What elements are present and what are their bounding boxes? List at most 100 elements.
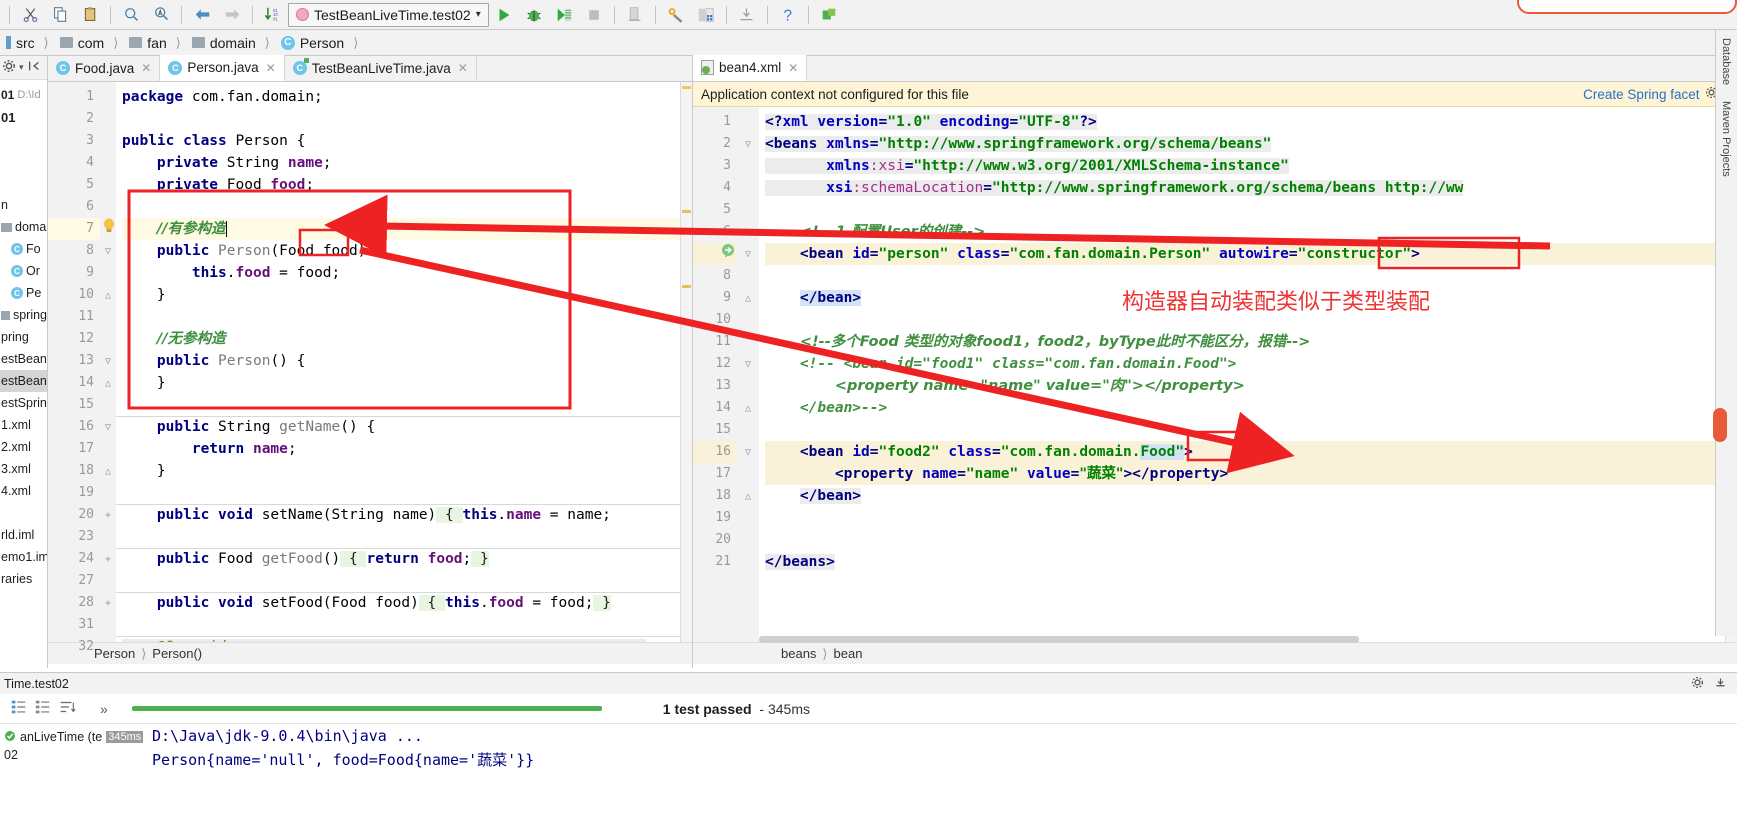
tree-item[interactable]: C Pe bbox=[0, 282, 47, 304]
tree-item[interactable]: spring bbox=[0, 304, 47, 326]
copy-icon[interactable] bbox=[45, 2, 75, 28]
close-icon[interactable]: ✕ bbox=[458, 61, 468, 75]
gear-icon[interactable] bbox=[1691, 676, 1704, 692]
collapse-all-icon[interactable] bbox=[34, 698, 52, 719]
fold-minus-icon[interactable]: ▽ bbox=[737, 133, 759, 155]
fold-plus-icon[interactable]: + bbox=[100, 504, 116, 526]
fold-minus-icon[interactable]: △ bbox=[100, 284, 116, 306]
help-icon[interactable]: ? bbox=[773, 2, 803, 28]
xml-code-text[interactable]: <?xml version="1.0" encoding="UTF-8"?> <… bbox=[759, 107, 1737, 642]
spring-bean-gutter-icon[interactable] bbox=[721, 243, 735, 261]
chevron-down-icon[interactable]: ▾ bbox=[19, 62, 24, 73]
tree-item[interactable]: n bbox=[0, 194, 47, 216]
create-spring-facet-link[interactable]: Create Spring facet bbox=[1583, 87, 1699, 102]
sort-icon[interactable] bbox=[58, 698, 76, 719]
java-code-area[interactable]: 1 2 3 4 5 6 7 8 9 10 11 12 13 14 15 16 1 bbox=[48, 82, 692, 654]
tree-item[interactable]: C Fo bbox=[0, 238, 47, 260]
horizontal-scrollbar[interactable] bbox=[759, 636, 1723, 644]
breadcrumb-item-fan[interactable]: fan ⟩ bbox=[125, 30, 188, 56]
fold-minus-icon[interactable]: ▽ bbox=[100, 240, 116, 262]
intention-bulb-icon[interactable] bbox=[102, 218, 116, 238]
tree-item[interactable]: 01 D:\Id bbox=[0, 84, 47, 106]
share-icon[interactable] bbox=[814, 2, 844, 28]
fold-minus-icon[interactable]: △ bbox=[737, 485, 759, 507]
tree-item[interactable]: 4.xml bbox=[0, 480, 47, 502]
tree-item[interactable]: C Or bbox=[0, 260, 47, 282]
breadcrumb-item-person[interactable]: C Person ⟩ bbox=[277, 30, 365, 56]
tool-button-maven[interactable]: Maven Projects bbox=[1716, 93, 1736, 185]
breadcrumb-method[interactable]: Person() bbox=[152, 646, 202, 661]
fold-minus-icon[interactable]: ▽ bbox=[737, 441, 759, 463]
back-icon[interactable] bbox=[187, 2, 217, 28]
tab-testbeanlivetime-java[interactable]: C TestBeanLiveTime.java ✕ bbox=[285, 55, 477, 81]
breadcrumb-bean[interactable]: bean bbox=[834, 646, 863, 661]
tree-item[interactable]: rld.iml bbox=[0, 524, 47, 546]
tree-item-selected[interactable]: estBean bbox=[0, 370, 47, 392]
tree-item[interactable]: raries bbox=[0, 568, 47, 590]
java-code-text[interactable]: package com.fan.domain; public class Per… bbox=[116, 82, 692, 642]
close-icon[interactable]: ✕ bbox=[788, 61, 798, 75]
expand-all-icon[interactable] bbox=[6, 698, 28, 719]
more-icon[interactable]: » bbox=[100, 701, 108, 717]
test-tree-node[interactable]: 02 bbox=[0, 748, 150, 770]
find-icon[interactable] bbox=[116, 2, 146, 28]
project-structure-icon[interactable] bbox=[691, 2, 721, 28]
tab-food-java[interactable]: C Food.java ✕ bbox=[48, 55, 161, 81]
console-output[interactable]: D:\Java\jdk-9.0.4\bin\java ... Person{na… bbox=[0, 724, 1737, 772]
paste-icon[interactable] bbox=[75, 2, 105, 28]
tab-person-java[interactable]: C Person.java ✕ bbox=[160, 55, 285, 81]
cut-icon[interactable] bbox=[15, 2, 45, 28]
source-root-icon bbox=[6, 36, 11, 49]
test-tree[interactable]: anLiveTime (te 345ms 02 bbox=[0, 726, 150, 836]
folder-icon bbox=[1, 310, 10, 320]
close-icon[interactable]: ✕ bbox=[141, 61, 151, 75]
collapse-pane-icon[interactable] bbox=[27, 59, 41, 76]
tree-item[interactable]: pring bbox=[0, 326, 47, 348]
chevron-down-icon[interactable]: ▾ bbox=[476, 9, 481, 20]
tree-item[interactable]: 1.xml bbox=[0, 414, 47, 436]
fold-minus-icon[interactable]: ▽ bbox=[100, 416, 116, 438]
tab-bean4-xml[interactable]: bean4.xml ✕ bbox=[693, 55, 808, 81]
fold-plus-icon[interactable]: + bbox=[100, 548, 116, 570]
tree-item[interactable]: 01 bbox=[0, 106, 47, 128]
gear-icon[interactable] bbox=[2, 59, 16, 76]
tree-item[interactable]: estBean bbox=[0, 348, 47, 370]
run-button[interactable] bbox=[489, 2, 519, 28]
fold-gutter-right[interactable]: ▽ ▽ △ ▽ △ ▽ △ bbox=[737, 107, 759, 642]
run-tab-header[interactable]: Time.test02 bbox=[0, 672, 1737, 694]
fold-gutter-left[interactable]: ▽ △ ▽ △ ▽ △ + + + bbox=[100, 82, 116, 642]
breadcrumb-item-domain[interactable]: domain ⟩ bbox=[188, 30, 277, 56]
breadcrumb-item-com[interactable]: com ⟩ bbox=[56, 30, 126, 56]
xml-code-area[interactable]: 1 2 3 4 5 6 7 8 9 10 11 12 13 14 15 16 1 bbox=[693, 107, 1737, 642]
fold-minus-icon[interactable]: ▽ bbox=[737, 353, 759, 375]
tree-item[interactable]: 2.xml bbox=[0, 436, 47, 458]
tool-button-database[interactable]: Database bbox=[1716, 30, 1736, 93]
tree-item[interactable]: estSprin bbox=[0, 392, 47, 414]
tree-item[interactable]: 3.xml bbox=[0, 458, 47, 480]
error-stripe-left[interactable] bbox=[680, 82, 692, 642]
project-tool-window[interactable]: ▾ 01 D:\Id 01 n doma C Fo C Or C Pe spring p… bbox=[0, 56, 48, 668]
fold-minus-icon[interactable]: △ bbox=[100, 460, 116, 482]
breadcrumb-item-src[interactable]: src ⟩ bbox=[2, 30, 56, 56]
breadcrumb-beans[interactable]: beans bbox=[781, 646, 816, 661]
fold-minus-icon[interactable]: ▽ bbox=[100, 350, 116, 372]
run-configuration-selector[interactable]: TestBeanLiveTime.test02 ▾ bbox=[288, 2, 489, 27]
fold-minus-icon[interactable]: △ bbox=[100, 372, 116, 394]
fold-minus-icon[interactable]: △ bbox=[737, 397, 759, 419]
fold-minus-icon[interactable]: △ bbox=[737, 287, 759, 309]
test-tree-node[interactable]: anLiveTime (te 345ms bbox=[0, 726, 150, 748]
debug-button[interactable] bbox=[519, 2, 549, 28]
project-tree[interactable]: 01 D:\Id 01 n doma C Fo C Or C Pe spring pri… bbox=[0, 80, 47, 590]
class-icon: C bbox=[280, 35, 295, 50]
fold-minus-icon[interactable]: ▽ bbox=[737, 243, 759, 265]
run-with-coverage-button[interactable] bbox=[549, 2, 579, 28]
replace-icon[interactable] bbox=[146, 2, 176, 28]
minimize-icon[interactable] bbox=[1714, 676, 1727, 692]
compare-icon[interactable]: 01 10 01 bbox=[258, 2, 288, 28]
tree-item[interactable]: doma bbox=[0, 216, 47, 238]
fold-plus-icon[interactable]: + bbox=[100, 592, 116, 614]
close-icon[interactable]: ✕ bbox=[266, 61, 276, 75]
tree-item[interactable]: emo1.im bbox=[0, 546, 47, 568]
settings-icon[interactable] bbox=[661, 2, 691, 28]
